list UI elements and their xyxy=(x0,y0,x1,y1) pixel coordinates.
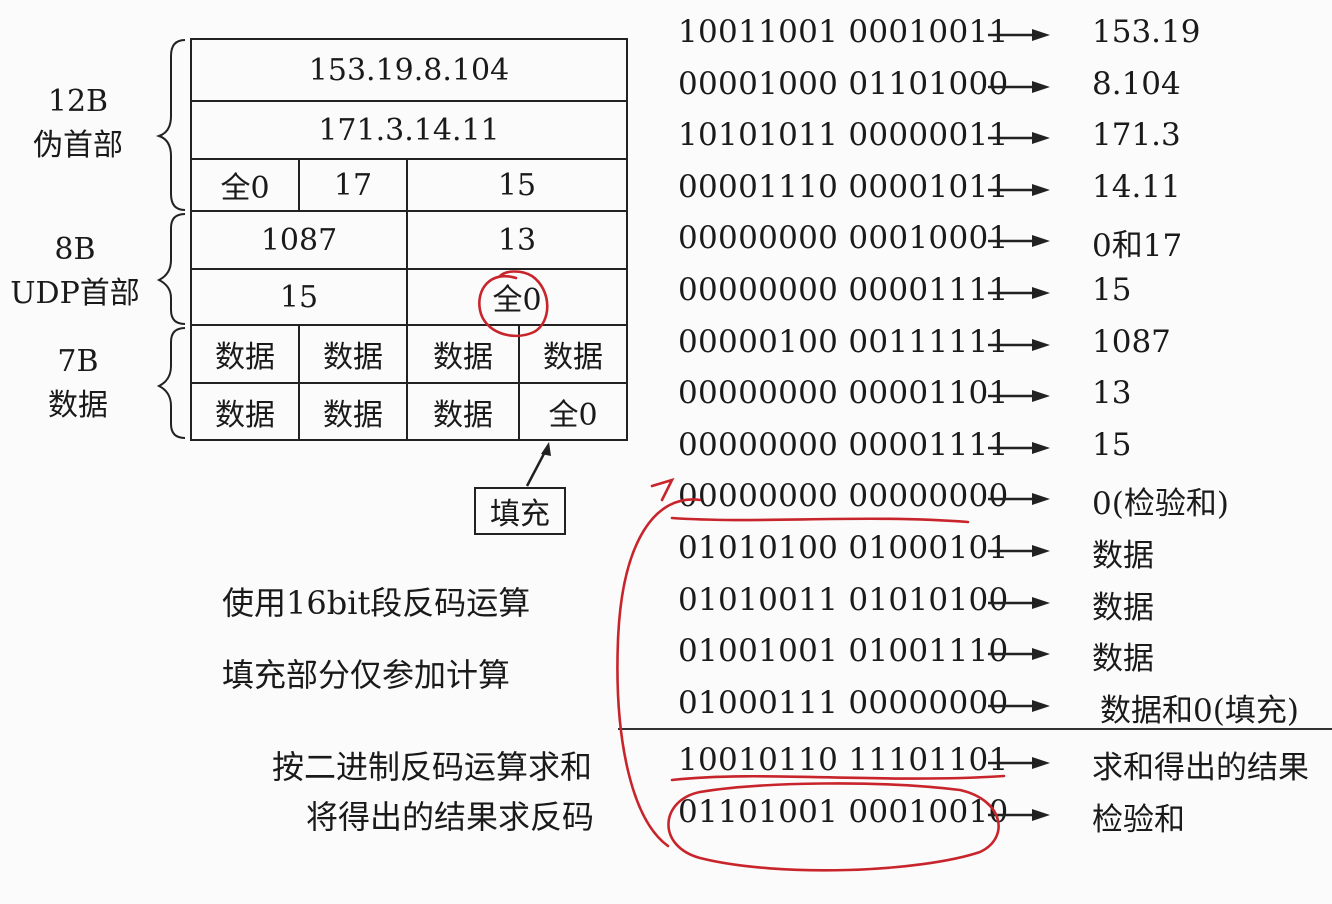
loop-arrowhead xyxy=(650,477,675,502)
loop-arrow xyxy=(616,498,702,848)
circle-checksum-zero xyxy=(478,270,549,338)
circle-final-checksum xyxy=(667,782,1000,872)
red-annotations xyxy=(478,270,1006,872)
sum-underline xyxy=(670,774,1006,782)
underline-checksum-row xyxy=(670,516,970,524)
